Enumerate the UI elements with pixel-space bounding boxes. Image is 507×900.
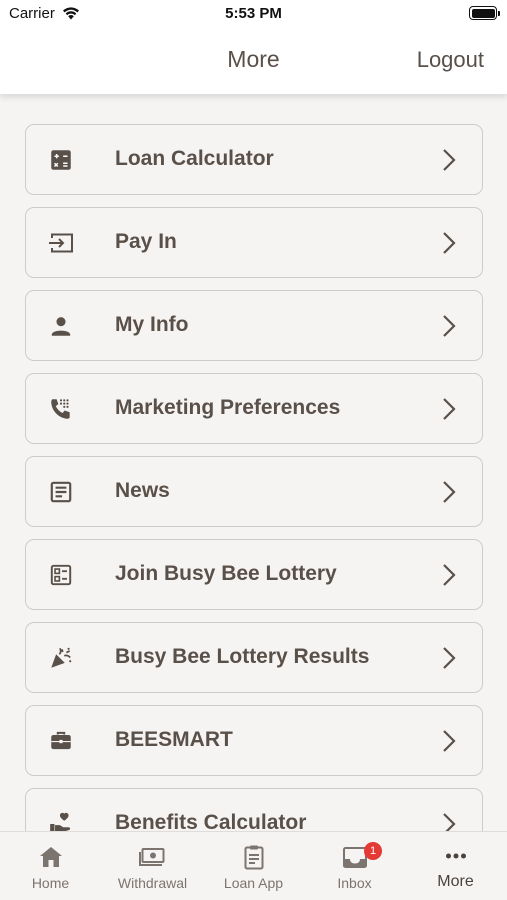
menu-item-join-lottery[interactable]: Join Busy Bee Lottery (25, 539, 483, 610)
tab-label: Home (31, 875, 70, 891)
chevron-right-icon (442, 563, 456, 587)
briefcase-icon (48, 728, 74, 754)
menu-item-loan-calculator[interactable]: Loan Calculator (25, 124, 483, 195)
celebration-icon (48, 645, 74, 671)
tab-loan-app[interactable]: Loan App (203, 832, 304, 900)
menu-item-lottery-results[interactable]: Busy Bee Lottery Results (25, 622, 483, 693)
article-icon (48, 479, 74, 505)
tab-label: Inbox (337, 875, 372, 891)
chevron-right-icon (442, 480, 456, 504)
menu-item-news[interactable]: News (25, 456, 483, 527)
menu-item-label: News (115, 479, 170, 502)
menu-item-label: Benefits Calculator (115, 811, 307, 831)
menu-list: Loan Calculator Pay In My Info Marketing… (25, 124, 483, 831)
menu-item-label: My Info (115, 313, 189, 336)
tab-more[interactable]: More (405, 832, 506, 900)
login-arrow-icon (48, 230, 74, 256)
clock: 5:53 PM (225, 5, 282, 22)
tab-withdrawal[interactable]: Withdrawal (102, 832, 203, 900)
tab-inbox[interactable]: 1 Inbox (304, 832, 405, 900)
unread-badge: 1 (364, 842, 382, 860)
menu-item-benefits-calculator[interactable]: Benefits Calculator (25, 788, 483, 831)
menu-item-label: Join Busy Bee Lottery (115, 562, 337, 585)
chevron-right-icon (442, 231, 456, 255)
menu-item-beesmart[interactable]: BEESMART (25, 705, 483, 776)
chevron-right-icon (442, 314, 456, 338)
menu-item-label: Busy Bee Lottery Results (115, 645, 370, 668)
person-icon (48, 313, 74, 339)
battery-icon (469, 6, 500, 20)
chevron-right-icon (442, 148, 456, 172)
menu-item-label: BEESMART (115, 728, 233, 751)
cash-icon (138, 844, 168, 870)
top-bar: Carrier 5:53 PM More Logout (0, 0, 507, 94)
home-icon (36, 844, 66, 870)
more-dots-icon (441, 844, 471, 870)
tab-home[interactable]: Home (0, 832, 101, 900)
menu-item-label: Pay In (115, 230, 177, 253)
menu-item-my-info[interactable]: My Info (25, 290, 483, 361)
tab-bar: Home Withdrawal Loan App 1 Inbox More (0, 831, 507, 900)
menu-item-marketing-preferences[interactable]: Marketing Preferences (25, 373, 483, 444)
chevron-right-icon (442, 812, 456, 831)
menu-item-label: Loan Calculator (115, 147, 274, 170)
tab-label: More (437, 873, 474, 890)
tab-label: Loan App (223, 875, 284, 891)
chevron-right-icon (442, 729, 456, 753)
menu-item-pay-in[interactable]: Pay In (25, 207, 483, 278)
calculator-icon (48, 147, 74, 173)
tab-label: Withdrawal (117, 875, 188, 891)
chevron-right-icon (442, 646, 456, 670)
status-bar: Carrier 5:53 PM (0, 0, 507, 30)
clipboard-icon (239, 844, 269, 870)
menu-content[interactable]: Loan Calculator Pay In My Info Marketing… (0, 94, 507, 831)
logout-button[interactable]: Logout (417, 47, 484, 73)
hand-heart-icon (48, 811, 74, 831)
ticket-list-icon (48, 562, 74, 588)
menu-item-label: Marketing Preferences (115, 396, 341, 419)
chevron-right-icon (442, 397, 456, 421)
phone-dialpad-icon (48, 396, 74, 422)
